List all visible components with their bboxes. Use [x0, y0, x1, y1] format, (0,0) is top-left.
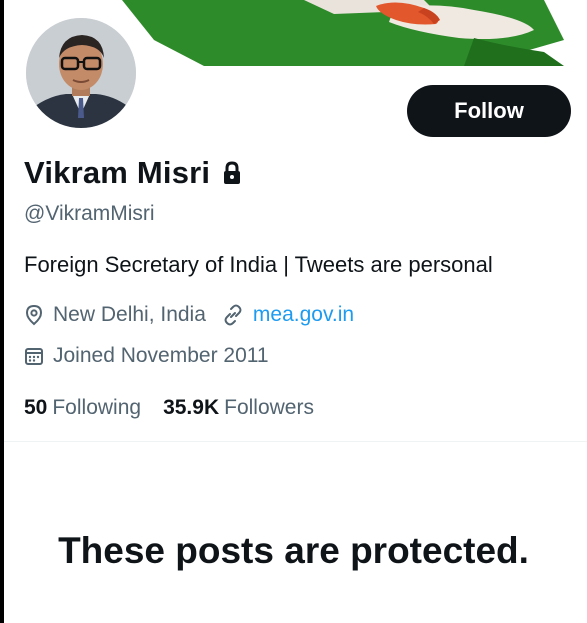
profile-joined-row: Joined November 2011	[24, 344, 269, 368]
section-divider	[4, 441, 587, 442]
lock-icon	[222, 161, 242, 185]
calendar-icon	[24, 346, 44, 366]
following-count: 50	[24, 396, 48, 419]
following-stat[interactable]: 50 Following	[24, 396, 141, 420]
following-label: Following	[52, 396, 142, 419]
profile-location: New Delhi, India	[53, 303, 206, 326]
location-pin-icon	[24, 304, 44, 326]
profile-name: Vikram Misri	[24, 155, 211, 190]
followers-label: Followers	[224, 396, 314, 419]
avatar-photo	[26, 18, 136, 128]
avatar[interactable]	[22, 14, 140, 132]
profile-website-link[interactable]: mea.gov.in	[253, 303, 354, 327]
follow-button[interactable]: Follow	[407, 85, 571, 137]
profile-handle: @VikramMisri	[24, 202, 155, 225]
profile-name-row: Vikram Misri	[24, 153, 242, 193]
profile-bio: Foreign Secretary of India | Tweets are …	[24, 252, 493, 277]
followers-count: 35.9K	[163, 396, 220, 419]
profile-joined-date: Joined November 2011	[53, 344, 269, 367]
protected-posts-title: These posts are protected.	[58, 530, 529, 571]
followers-stat[interactable]: 35.9K Followers	[163, 396, 314, 420]
link-icon	[222, 304, 244, 326]
profile-meta-row: New Delhi, India mea.gov.in	[24, 303, 354, 327]
profile-stats: 50 Following 35.9K Followers	[24, 396, 314, 420]
